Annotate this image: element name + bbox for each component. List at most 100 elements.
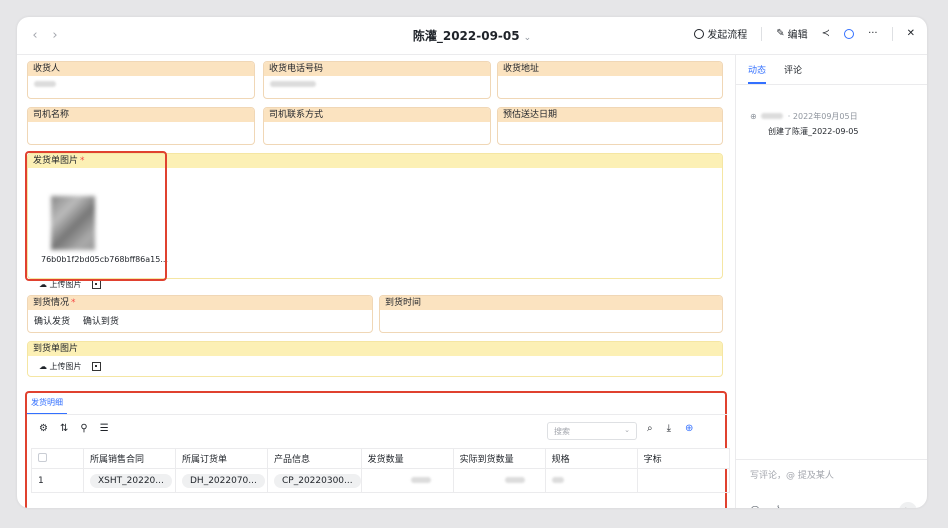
details-tool-icons: ⌕ ⤓ ⊕ <box>647 423 693 434</box>
comment-tools: @ ⌇ <box>750 505 781 508</box>
field-label: 到货情况 * <box>28 296 372 310</box>
arrival-image-upload: ☁ 上传图片 <box>39 361 101 372</box>
highlight-box <box>25 151 167 281</box>
field-receiver-phone[interactable]: 收货电话号码 <box>263 61 491 99</box>
cell-spec[interactable] <box>544 468 638 493</box>
product-tag: CP_20220300... <box>274 473 361 488</box>
chevron-down-icon: ⌄ <box>523 33 532 43</box>
edit-button[interactable]: ✎ 编辑 <box>776 26 807 41</box>
upload-label: 上传图片 <box>49 362 82 371</box>
row-index: 1 <box>31 468 84 493</box>
upload-label: 上传图片 <box>49 280 82 289</box>
select-all-cell <box>31 448 84 469</box>
field-receiver-address[interactable]: 收货地址 <box>497 61 723 99</box>
pencil-icon: ✎ <box>776 28 785 39</box>
start-flow-label: 发起流程 <box>707 30 748 41</box>
tab-activity[interactable]: 动态 <box>748 63 767 84</box>
mention-icon[interactable]: @ <box>750 505 760 508</box>
edit-label: 编辑 <box>787 30 808 41</box>
search-placeholder: 搜索 <box>554 427 570 436</box>
start-flow-button[interactable]: 发起流程 <box>694 26 747 41</box>
field-receiver[interactable]: 收货人 <box>27 61 255 99</box>
qrcode-icon[interactable] <box>91 362 101 371</box>
more-icon[interactable]: ··· <box>868 28 878 39</box>
column-header[interactable]: 所属订货单 <box>175 448 268 469</box>
cell-contract[interactable]: XSHT_20220... <box>83 468 176 493</box>
cell-product[interactable]: CP_20220300... <box>267 468 362 493</box>
redacted-value <box>761 113 784 119</box>
redacted-value <box>410 476 431 483</box>
column-header[interactable]: 所属销售合同 <box>83 448 176 469</box>
field-label-text: 到货情况 <box>33 298 70 308</box>
settings-icon[interactable]: ⚙ <box>39 423 48 434</box>
column-header[interactable]: 字标 <box>636 448 730 469</box>
activity-meta: ⊕ · 2022年09月05日 <box>750 111 858 122</box>
field-driver-name[interactable]: 司机名称 <box>27 107 255 145</box>
record-window: ‹ › 陈灌_2022-09-05 ⌄ 发起流程 ✎ 编辑 ≺ ··· ✕ 收货人 <box>17 17 927 508</box>
redacted-value <box>504 476 525 483</box>
contract-tag: XSHT_20220... <box>90 473 172 488</box>
option-confirm-shipped[interactable]: 确认发货 <box>34 314 70 327</box>
table-row[interactable]: 1 XSHT_20220... DH_2022070... CP_2022030… <box>31 468 730 493</box>
search-icon[interactable]: ⌕ <box>647 423 653 434</box>
redacted-value <box>551 476 564 483</box>
send-icon[interactable]: ➤ <box>899 502 917 508</box>
column-header[interactable]: 发货数量 <box>360 448 454 469</box>
details-tabs: 发货明细 <box>27 393 67 415</box>
search-input[interactable]: 搜索 ⌄ <box>547 422 637 440</box>
attachment-icon[interactable]: ⌇ <box>776 505 781 508</box>
qrcode-icon[interactable] <box>91 280 101 289</box>
side-panel: 动态 评论 ⊕ · 2022年09月05日 创建了陈灌_2022-09-05 写… <box>735 55 927 508</box>
sort-icon[interactable]: ⇅ <box>60 423 68 434</box>
cell-shipped-qty[interactable] <box>360 468 454 493</box>
field-label: 到货单图片 <box>28 342 722 356</box>
download-icon[interactable]: ⤓ <box>667 423 671 434</box>
close-icon[interactable]: ✕ <box>907 28 915 39</box>
plus-circle-icon: ⊕ <box>750 112 757 121</box>
column-header[interactable]: 规格 <box>544 448 638 469</box>
chevron-down-icon[interactable]: ⌄ <box>624 426 630 434</box>
activity-date: · 2022年09月05日 <box>787 112 858 121</box>
divider <box>761 26 763 41</box>
order-tag: DH_2022070... <box>182 473 265 488</box>
field-label: 司机名称 <box>28 108 254 122</box>
side-tabs: 动态 评论 <box>748 63 802 84</box>
top-bar: ‹ › 陈灌_2022-09-05 ⌄ 发起流程 ✎ 编辑 ≺ ··· ✕ <box>17 17 927 55</box>
add-row-icon[interactable]: ⊕ <box>685 423 693 434</box>
activity-text: 创建了陈灌_2022-09-05 <box>768 127 859 136</box>
cell-arrived-qty[interactable] <box>452 468 546 493</box>
tab-comments[interactable]: 评论 <box>784 63 802 84</box>
plus-circle-icon <box>694 28 705 39</box>
redacted-value <box>270 81 316 87</box>
field-label: 司机联系方式 <box>264 108 490 122</box>
cell-order[interactable]: DH_2022070... <box>175 468 268 493</box>
comment-input[interactable]: 写评论，@ 提及某人 <box>750 468 834 481</box>
field-estimated-date[interactable]: 预估送达日期 <box>497 107 723 145</box>
table-header-row: 所属销售合同 所属订货单 产品信息 发货数量 实际到货数量 规格 字标 <box>31 448 730 469</box>
field-label: 收货地址 <box>498 62 722 76</box>
field-driver-phone[interactable]: 司机联系方式 <box>263 107 491 145</box>
record-form: 收货人 收货电话号码 收货地址 司机名称 司机联系方式 预估送达日期 发货单图片… <box>17 55 735 508</box>
group-icon[interactable]: ☰ <box>100 423 109 434</box>
share-icon[interactable]: ≺ <box>822 28 830 39</box>
field-label: 收货人 <box>28 62 254 76</box>
field-arrival-image: 到货单图片 <box>27 341 723 377</box>
select-all-checkbox[interactable] <box>38 452 47 462</box>
upload-button[interactable]: ☁ 上传图片 <box>39 361 82 372</box>
pin-icon[interactable]: ⚲ <box>80 423 87 434</box>
option-confirm-arrived[interactable]: 确认到货 <box>83 314 119 327</box>
divider <box>27 414 727 415</box>
redacted-value <box>34 81 56 87</box>
field-arrival-time[interactable]: 到货时间 <box>379 295 723 333</box>
cell-label[interactable] <box>636 468 730 493</box>
page-title-text: 陈灌_2022-09-05 <box>412 29 520 43</box>
field-label: 预估送达日期 <box>498 108 722 122</box>
clock-icon[interactable] <box>844 28 855 39</box>
field-arrival-status: 到货情况 * 确认发货 确认到货 <box>27 295 373 333</box>
column-header[interactable]: 实际到货数量 <box>452 448 546 469</box>
column-header[interactable]: 产品信息 <box>267 448 362 469</box>
tab-shipment-details[interactable]: 发货明细 <box>27 397 67 415</box>
divider <box>736 84 927 85</box>
top-actions: 发起流程 ✎ 编辑 ≺ ··· ✕ <box>694 26 915 41</box>
divider <box>891 26 893 41</box>
